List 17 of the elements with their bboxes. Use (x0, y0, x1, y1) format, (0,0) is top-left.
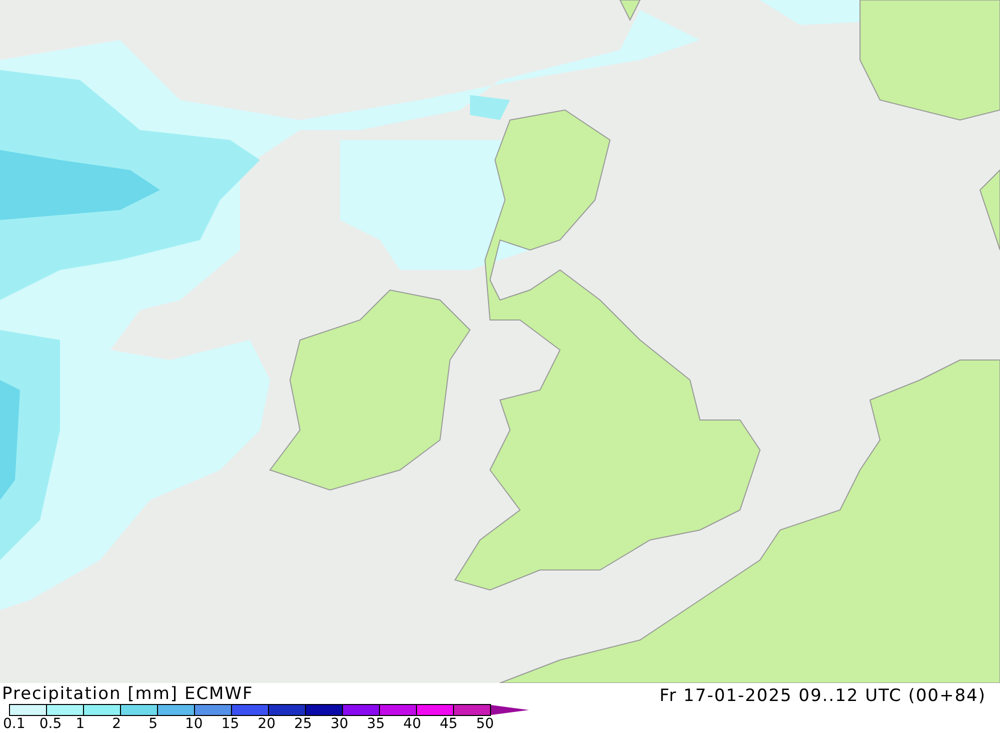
scale-tick-label: 40 (403, 716, 422, 732)
scale-tick-label: 0.1 (3, 716, 26, 732)
scale-tick-label: 30 (330, 716, 348, 732)
scale-tick-label: 2 (112, 716, 122, 732)
scale-tick-label: 5 (148, 716, 158, 732)
scale-tick-label: 1 (76, 716, 85, 732)
valid-time-label: Fr 17-01-2025 09..12 UTC (00+84) (660, 685, 987, 706)
scale-tick-label: 20 (258, 716, 276, 732)
scale-tick-label: 15 (221, 716, 240, 732)
scale-tick-label: 10 (184, 716, 203, 732)
scale-tick-label: 45 (440, 716, 458, 732)
scale-tick-label: 35 (366, 716, 385, 732)
scale-tick-label: 0.5 (39, 716, 62, 732)
scale-tick-label: 50 (476, 716, 494, 732)
scale-overflow-arrow (491, 705, 529, 715)
scale-tick-label: 25 (294, 716, 312, 732)
chart-title: Precipitation [mm] ECMWF (1, 685, 254, 704)
